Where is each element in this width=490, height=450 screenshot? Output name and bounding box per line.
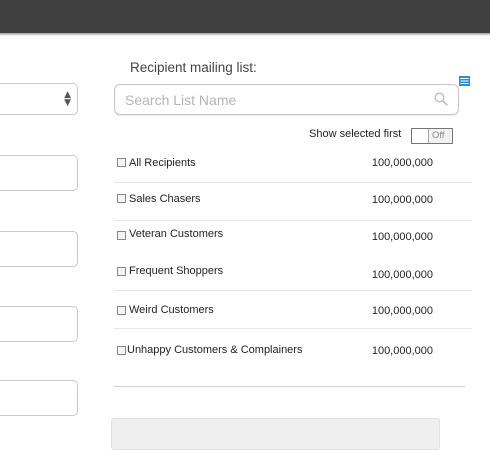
list-item-count: 100,000,000 <box>371 231 433 243</box>
bottom-panel <box>111 418 440 450</box>
list-item-name: Frequent Shoppers <box>129 265 224 277</box>
list-item-name: Veteran Customers <box>129 228 224 240</box>
recipient-list-title: Recipient mailing list: <box>130 60 257 75</box>
list-item[interactable]: Unhappy Customers & Complainers 100,000,… <box>114 329 472 367</box>
left-input-field-3[interactable] <box>0 306 78 342</box>
list-bottom-divider <box>114 386 465 387</box>
magnifier-icon[interactable] <box>434 92 448 106</box>
list-item[interactable]: Frequent Shoppers 100,000,000 <box>114 253 472 291</box>
list-item-checkbox[interactable] <box>117 267 126 276</box>
list-item-name: Weird Customers <box>129 304 214 316</box>
list-item-name: Sales Chasers <box>129 193 201 205</box>
left-input-field-4[interactable] <box>0 380 78 416</box>
list-item[interactable]: Weird Customers 100,000,000 <box>114 291 472 329</box>
show-selected-toggle[interactable]: Off <box>411 128 453 144</box>
list-item-checkbox[interactable] <box>117 346 126 355</box>
list-item-count: 100,000,000 <box>371 269 433 281</box>
left-select-dropdown[interactable]: ▲ ▼ <box>0 83 78 115</box>
list-item-count: 100,000,000 <box>371 305 433 317</box>
show-selected-first-label: Show selected first <box>309 128 402 140</box>
left-input-field-2[interactable] <box>0 231 78 267</box>
list-item[interactable]: All Recipients 100,000,000 <box>114 145 472 183</box>
list-item-count: 100,000,000 <box>371 345 433 357</box>
list-item-checkbox[interactable] <box>117 194 126 203</box>
search-list-input[interactable] <box>125 90 425 110</box>
list-item-checkbox[interactable] <box>117 158 126 167</box>
list-item-count: 100,000,000 <box>371 194 433 206</box>
toggle-state-label: Off <box>432 130 445 141</box>
list-item-count: 100,000,000 <box>371 157 433 169</box>
search-list-box[interactable] <box>114 84 459 115</box>
top-bar-shadow <box>0 33 490 36</box>
list-view-icon[interactable] <box>459 76 470 86</box>
list-item[interactable]: Sales Chasers 100,000,000 <box>114 183 472 221</box>
list-item-name: All Recipients <box>129 157 196 169</box>
left-input-field-1[interactable] <box>0 155 78 191</box>
toggle-knob <box>412 129 429 143</box>
list-item-checkbox[interactable] <box>117 231 126 240</box>
updown-arrows-icon: ▲ ▼ <box>64 90 71 108</box>
list-item-checkbox[interactable] <box>117 306 126 315</box>
window-top-bar <box>0 0 490 33</box>
list-item-name: Unhappy Customers & Complainers <box>127 344 303 356</box>
